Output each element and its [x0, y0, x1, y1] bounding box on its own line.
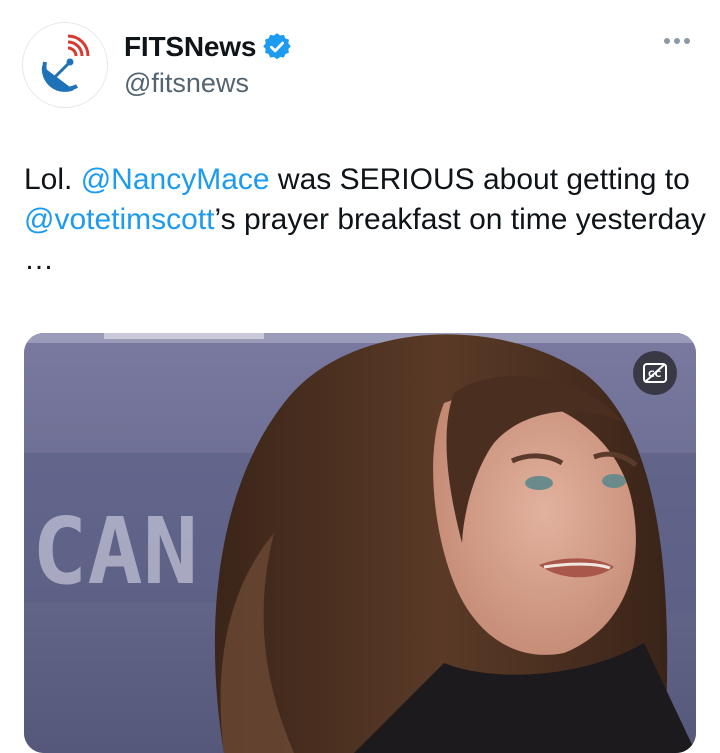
- tweet-text-part: was SERIOUS about getting to: [269, 163, 690, 196]
- mention-link-nancymace[interactable]: @NancyMace: [81, 163, 270, 196]
- verified-badge-icon: [263, 33, 291, 60]
- author-name-row: FITSNews: [124, 31, 291, 63]
- closed-captions-off-icon: CC: [643, 363, 667, 383]
- avatar[interactable]: [22, 22, 108, 108]
- tweet-text-part: Lol.: [24, 163, 81, 196]
- captions-toggle-button[interactable]: CC: [633, 351, 677, 395]
- video-player[interactable]: CAN: [24, 333, 696, 753]
- video-frame: CAN: [24, 333, 696, 753]
- display-name[interactable]: FITSNews: [124, 31, 256, 63]
- background-sign-text: CAN: [32, 498, 198, 605]
- more-horizontal-icon: [664, 38, 670, 44]
- satellite-dish-icon: [41, 34, 90, 92]
- user-handle[interactable]: @fitsnews: [124, 68, 249, 99]
- more-options-button[interactable]: [664, 38, 690, 44]
- mention-link-votetimscott[interactable]: @votetimscott: [24, 203, 215, 236]
- tweet-text: Lol. @NancyMace was SERIOUS about gettin…: [24, 160, 708, 280]
